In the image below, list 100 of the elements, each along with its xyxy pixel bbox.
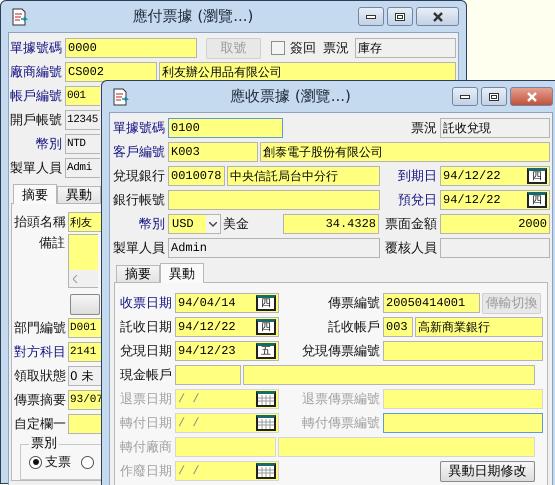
field-label: 傳票摘要 — [14, 392, 66, 409]
calendar-button[interactable] — [256, 463, 276, 479]
input-field[interactable]: D001 — [68, 318, 101, 338]
close-button[interactable] — [510, 87, 553, 106]
name-field: 中央信託局台中分行 — [227, 166, 380, 186]
exchange-rate-field[interactable]: 34.4328 — [283, 214, 379, 234]
tab[interactable]: 摘要 — [13, 184, 57, 204]
input-field[interactable]: 0000 — [65, 38, 197, 58]
close-icon — [526, 92, 538, 102]
input-field[interactable]: NTD — [65, 134, 100, 154]
field-label: 客戶編號 — [112, 144, 166, 161]
minimize-icon — [460, 94, 470, 98]
window-title: 應付票據 (瀏覽...) — [132, 7, 254, 26]
field-label: 轉付日期 — [119, 415, 173, 432]
field-label: 單據號碼 — [9, 40, 63, 57]
field-label: 廠商編號 — [9, 64, 63, 81]
tab[interactable]: 異動 — [57, 186, 101, 203]
field-label: 託收日期 — [119, 319, 173, 336]
radio-button[interactable] — [29, 456, 42, 468]
field-label: 託收帳戶 — [327, 319, 381, 336]
radio-button[interactable] — [81, 456, 94, 468]
calendar-button[interactable]: 四 — [527, 168, 547, 184]
input-field[interactable]: 0 未 — [68, 366, 101, 386]
name-field: 高新商業銀行 — [415, 317, 543, 337]
tab[interactable]: 異動 — [160, 263, 204, 283]
action-button[interactable] — [70, 294, 100, 314]
input-field[interactable] — [68, 414, 101, 434]
date-field[interactable]: 94/12/22 四 — [440, 166, 550, 186]
field-label: 幣別 — [35, 136, 63, 153]
date-field[interactable]: 94/12/22 四 — [175, 317, 279, 337]
minimize-icon — [366, 14, 376, 18]
input-field[interactable]: CS002 — [65, 62, 157, 82]
input-field[interactable] — [175, 365, 241, 385]
field-label: 部門編號 — [14, 320, 66, 337]
radio-label: 支票 — [45, 454, 71, 471]
change-date-button[interactable]: 異動日期修改 — [440, 460, 535, 482]
checkbox[interactable] — [271, 41, 285, 55]
calendar-button[interactable]: 四 — [256, 295, 276, 311]
minimize-button[interactable] — [358, 7, 384, 26]
field-label: 票面金額 — [384, 216, 438, 233]
tab[interactable]: 摘要 — [116, 265, 160, 282]
input-field[interactable] — [383, 341, 543, 361]
checkbox-label: 簽回 — [290, 40, 316, 57]
date-field[interactable]: 94/12/23 五 — [175, 341, 279, 361]
input-field[interactable]: 0100 — [168, 118, 283, 138]
status-field: 託收兌現 — [440, 118, 550, 138]
field-label: 備註 — [38, 235, 66, 252]
field-label: 對方科目 — [14, 344, 66, 361]
calendar-button[interactable]: 五 — [256, 343, 276, 359]
maximize-button[interactable] — [387, 7, 413, 26]
calendar-button[interactable]: 四 — [527, 192, 547, 208]
close-button[interactable] — [416, 7, 459, 26]
date-field[interactable]: 94/12/22 四 — [440, 190, 550, 210]
input-field[interactable]: 20050414001 — [383, 293, 480, 313]
field-label: 作廢日期 — [119, 463, 173, 480]
input-field[interactable]: Admi — [65, 158, 100, 178]
field-label: 退票傳票編號 — [301, 391, 381, 408]
field-label: 預兌日 — [397, 192, 438, 209]
field-label: 覆核人員 — [384, 240, 438, 257]
amount-field[interactable]: 2000 — [440, 214, 550, 234]
status-field: 庫存 — [355, 38, 456, 58]
window-title: 應收票據 (瀏覽...) — [229, 87, 352, 106]
field-label: 幣別 — [138, 216, 166, 233]
name-field: 創泰電子股份有限公司 — [260, 142, 550, 162]
currency-dropdown[interactable]: USD — [168, 214, 221, 234]
field-label: 退票日期 — [119, 391, 173, 408]
creator-field: Admin — [168, 238, 380, 258]
maximize-icon — [395, 12, 405, 20]
calendar-button[interactable] — [256, 415, 276, 431]
currency-name: 美金 — [223, 216, 250, 233]
document-icon — [12, 8, 28, 26]
close-icon — [432, 12, 444, 22]
input-field[interactable] — [168, 190, 380, 210]
field-label: 票況 — [323, 40, 349, 57]
input-field[interactable]: 93/07 — [68, 390, 101, 410]
input-field[interactable]: K003 — [168, 142, 258, 162]
field-label: 收票日期 — [119, 295, 173, 312]
field-label: 轉付傳票編號 — [301, 415, 381, 432]
field-label: 現金帳戶 — [119, 367, 173, 384]
field-label: 兌現日期 — [119, 343, 173, 360]
field-label: 製單人員 — [112, 240, 166, 257]
maximize-button[interactable] — [481, 87, 507, 106]
input-field[interactable]: 利友 — [68, 212, 101, 232]
field-label: 製單人員 — [9, 160, 63, 177]
field-label: 票況 — [410, 120, 438, 137]
field-label: 兌現銀行 — [112, 168, 166, 185]
calendar-button[interactable] — [256, 391, 276, 407]
group-label: 票別 — [29, 436, 59, 451]
memo-field[interactable] — [68, 234, 98, 288]
date-field[interactable]: 94/04/14 四 — [175, 293, 279, 313]
input-field[interactable]: 2141 — [68, 342, 101, 362]
field-label: 傳票編號 — [327, 295, 381, 312]
input-field[interactable]: 12345 — [65, 110, 100, 130]
minimize-button[interactable] — [452, 87, 478, 106]
calendar-button[interactable]: 四 — [256, 319, 276, 335]
field-label: 抬頭名稱 — [14, 214, 66, 231]
maximize-icon — [489, 92, 499, 100]
input-field[interactable]: 0010078 — [168, 166, 225, 186]
input-field[interactable]: 003 — [383, 317, 413, 337]
input-field[interactable]: 001 — [65, 86, 100, 106]
